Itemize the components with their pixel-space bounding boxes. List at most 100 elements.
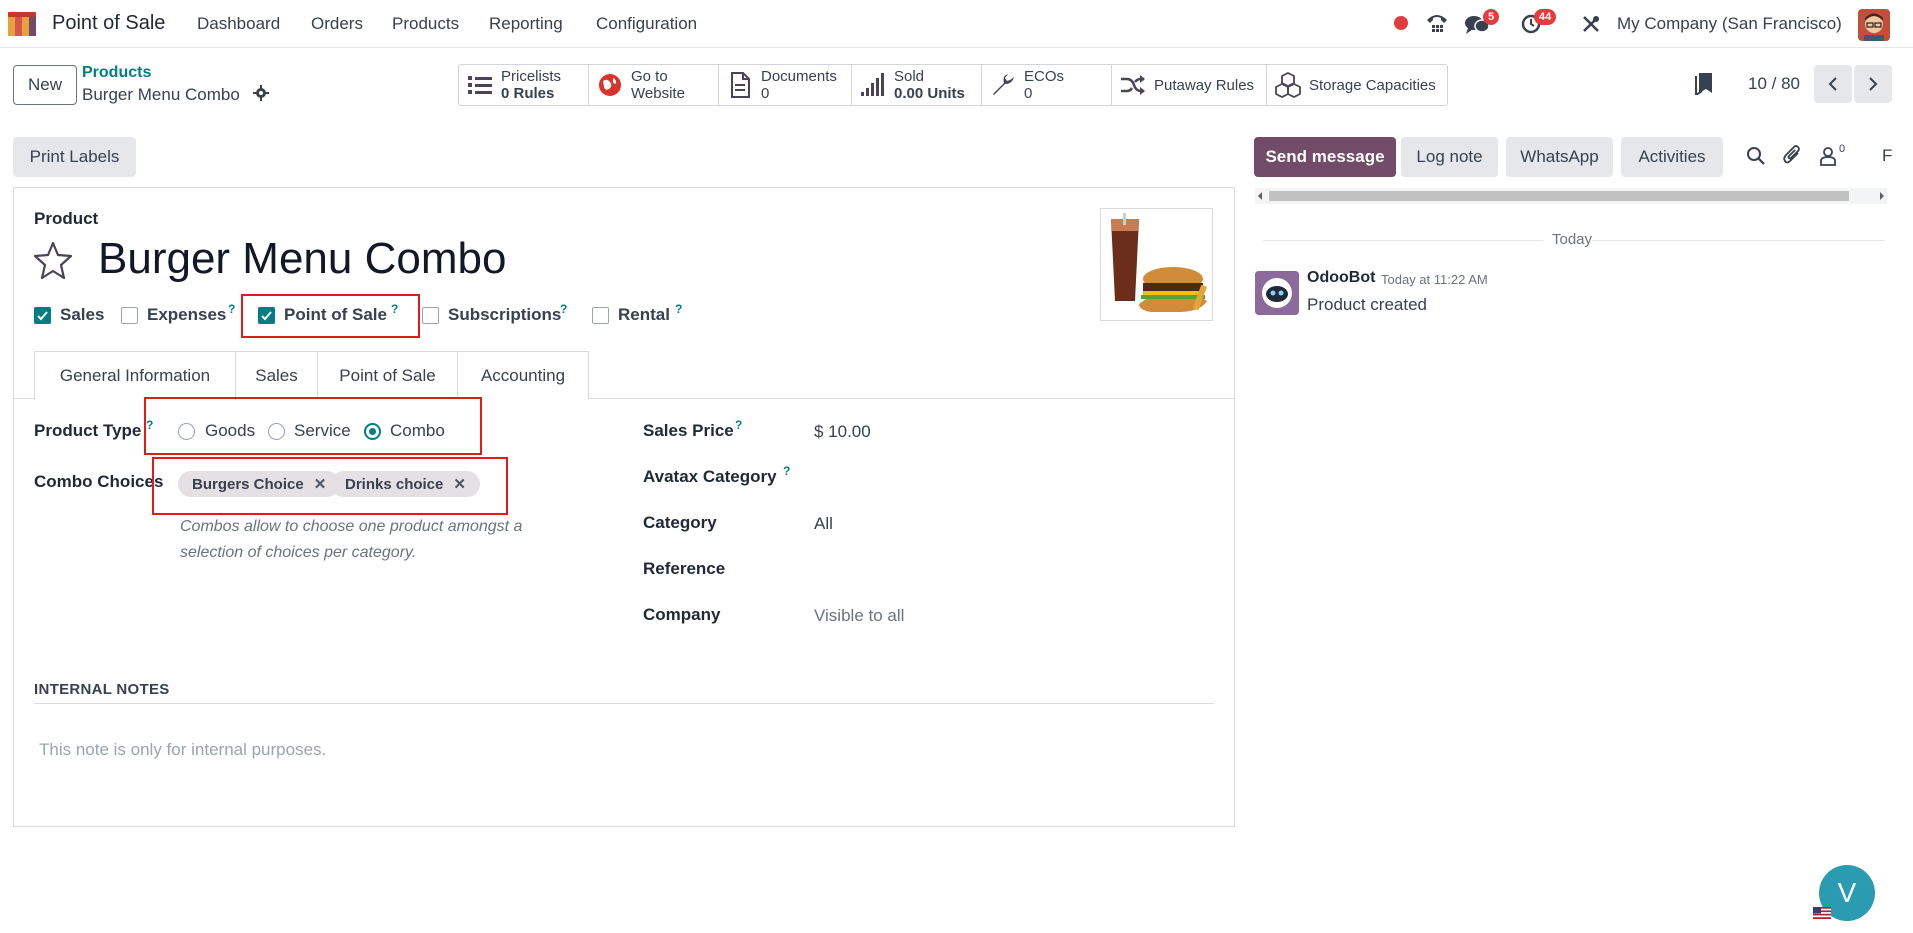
date-separator-line [1592,240,1885,241]
tab-accounting[interactable]: Accounting [458,351,589,399]
smart-button-sold[interactable]: Sold 0.00 Units [852,65,982,105]
list-icon [468,76,492,94]
menu-orders[interactable]: Orders [311,14,363,34]
smart-button-title: Go to [631,68,668,85]
subscriptions-option-label: Subscriptions [448,305,562,324]
message-body: Product created [1307,295,1428,314]
odoobot-avatar[interactable] [1255,271,1299,315]
smart-button-title: Putaway Rules [1154,76,1255,94]
highlight-combo-choices [152,457,508,515]
smart-button-documents[interactable]: Documents 0 [719,65,852,105]
sales-price-label: Sales Price [643,421,734,440]
reference-field[interactable] [814,554,1194,582]
followers-count: 0 [1839,143,1846,155]
follow-button[interactable]: F [1882,146,1892,166]
debug-tools-icon[interactable] [1581,14,1601,34]
date-separator: Today [1552,231,1593,248]
smart-button-go-to-website[interactable]: Go to Website [589,65,719,105]
wrench-icon [993,74,1014,95]
combo-choices-label: Combo Choices [34,472,164,491]
menu-configuration[interactable]: Configuration [596,14,697,34]
highlight-product-type [144,397,482,455]
search-icon[interactable] [1746,146,1766,166]
menu-dashboard[interactable]: Dashboard [197,14,280,34]
smart-button-unit: Units [927,85,965,102]
sales-checkbox[interactable] [34,307,51,324]
tab-sales[interactable]: Sales [236,351,318,399]
avatax-category-field[interactable] [814,462,1194,490]
help-tooltip-icon[interactable]: ? [560,302,567,316]
messages-badge: 5 [1483,9,1500,25]
pager-value[interactable]: 10 / 80 [1748,74,1800,94]
smart-button-pricelists[interactable]: Pricelists 0 Rules [459,65,589,105]
product-field-label: Product [34,209,99,228]
tab-general-information[interactable]: General Information [34,351,236,400]
signal-icon [861,73,884,96]
sales-option-label: Sales [60,305,105,324]
print-labels-button[interactable]: Print Labels [13,137,136,177]
new-button[interactable]: New [13,65,77,105]
menu-products[interactable]: Products [392,14,459,34]
expenses-checkbox[interactable] [121,307,138,324]
paperclip-icon[interactable] [1783,145,1803,167]
tab-point-of-sale[interactable]: Point of Sale [318,351,458,399]
cubes-icon [1275,72,1301,98]
burger-combo-image [1111,213,1207,312]
product-name[interactable]: Burger Menu Combo [98,234,506,284]
smart-button-putaway-rules[interactable]: Putaway Rules [1112,65,1267,105]
followers-icon[interactable] [1819,146,1837,166]
product-image[interactable] [1100,208,1213,321]
recording-dot-icon[interactable] [1393,15,1409,31]
file-icon [731,72,750,98]
log-note-button[interactable]: Log note [1401,137,1498,177]
send-message-button[interactable]: Send message [1254,137,1396,177]
sales-price-field[interactable]: $ 10.00 [814,422,871,442]
horizontal-scrollbar[interactable] [1255,188,1887,204]
user-avatar[interactable] [1858,9,1890,41]
star-icon[interactable] [33,240,73,280]
chevron-left-icon [1828,77,1837,91]
bookmark-icon[interactable] [1694,73,1712,95]
pager-previous-button[interactable] [1814,65,1852,103]
message-author[interactable]: OdooBot [1307,269,1375,287]
menu-reporting[interactable]: Reporting [489,14,563,34]
smart-button-title: Sold [894,68,925,85]
smart-buttons: Pricelists 0 Rules Go to Website Documen… [458,64,1448,106]
smart-button-value: 0 [761,85,770,102]
company-switcher[interactable]: My Company (San Francisco) [1617,14,1842,34]
smart-button-unit: Rules [513,85,555,102]
activities-button[interactable]: Activities [1621,137,1723,177]
smart-button-value: 0 [501,85,510,102]
date-separator-line [1263,240,1543,241]
breadcrumb-products[interactable]: Products [82,64,151,82]
smart-button-value: Website [631,85,685,102]
top-navbar: Point of Sale Dashboard Orders Products … [0,0,1913,48]
breadcrumb-current-record: Burger Menu Combo [82,85,240,104]
pager-next-button[interactable] [1854,65,1892,103]
product-type-label: Product Type [34,421,142,440]
smart-button-title: Documents [761,68,837,85]
globe-icon [599,74,621,96]
category-field[interactable]: All [814,514,833,534]
help-tooltip-icon[interactable]: ? [228,302,235,316]
smart-button-ecos[interactable]: ECOs 0 [982,65,1112,105]
smart-button-value: 0 [1024,85,1033,102]
category-label: Category [643,513,717,532]
whatsapp-button[interactable]: WhatsApp [1506,137,1613,177]
help-tooltip-icon[interactable]: ? [675,302,682,316]
point-of-sale-app-icon[interactable] [8,12,42,36]
random-icon [1121,75,1145,95]
help-tooltip-icon[interactable]: ? [735,418,742,432]
check-icon [37,311,48,321]
app-name[interactable]: Point of Sale [52,12,165,35]
rental-checkbox[interactable] [592,307,609,324]
phone-icon[interactable] [1425,12,1449,34]
help-tooltip-icon[interactable]: ? [783,464,790,478]
company-field[interactable]: Visible to all [814,606,904,626]
company-label: Company [643,605,721,624]
gear-icon[interactable] [253,85,269,101]
smart-button-storage-capacities[interactable]: Storage Capacities [1267,65,1447,105]
subscriptions-checkbox[interactable] [422,307,439,324]
internal-notes-field[interactable]: This note is only for internal purposes. [39,740,326,760]
smart-button-title: ECOs [1024,68,1065,85]
